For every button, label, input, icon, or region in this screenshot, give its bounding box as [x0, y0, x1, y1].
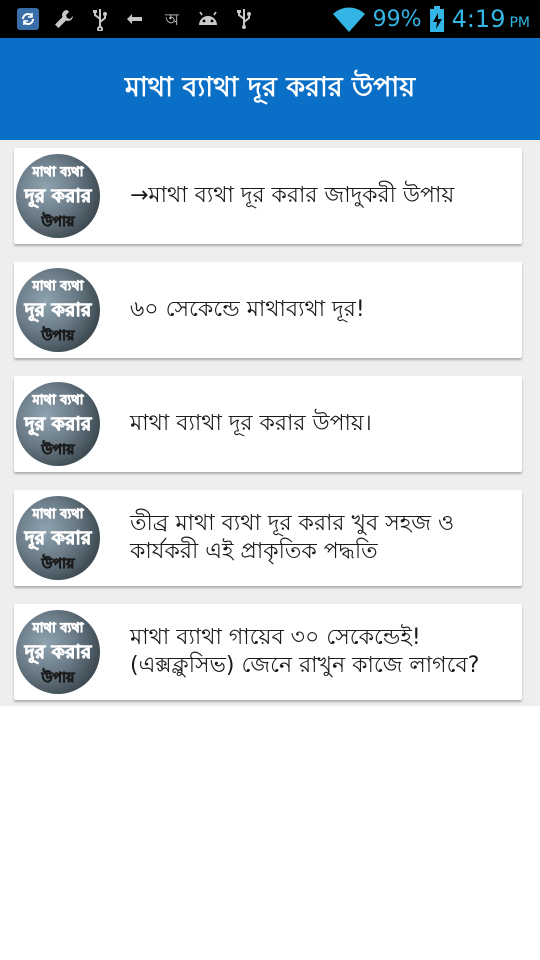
list-item[interactable]: মাথা ব্যথা দূর করার উপায় তীব্র মাথা ব্যথা…	[14, 490, 522, 586]
thumbnail-caption: মাথা ব্যথা	[32, 279, 85, 294]
article-thumbnail: মাথা ব্যথা দূর করার উপায়	[16, 496, 100, 580]
thumbnail-logo-art: মাথা ব্যথা দূর করার উপায়	[23, 621, 93, 687]
thumbnail-logo-art: মাথা ব্যথা দূর করার উপায়	[23, 279, 93, 345]
list-item-title: →মাথা ব্যথা দূর করার জাদুকরী উপায়	[130, 183, 455, 208]
list-item[interactable]: মাথা ব্যথা দূর করার উপায় →মাথা ব্যথা দূর …	[14, 148, 522, 244]
list-item[interactable]: মাথা ব্যথা দূর করার উপায় মাথা ব্যাথা দূর …	[14, 376, 522, 472]
thumbnail-logo-art: মাথা ব্যথা দূর করার উপায়	[23, 165, 93, 231]
thumbnail-caption: মাথা ব্যথা	[32, 621, 85, 636]
thumbnail-caption: উপায়	[41, 326, 75, 344]
thumbnail-caption: দূর করার	[24, 185, 93, 208]
article-thumbnail: মাথা ব্যথা দূর করার উপায়	[16, 610, 100, 694]
thumbnail-caption: মাথা ব্যথা	[32, 507, 85, 522]
app-title: মাথা ব্যাথা দূর করার উপায়	[124, 71, 416, 103]
status-indicators: 99% 4:19 PM	[331, 0, 530, 38]
svg-text:অ: অ	[164, 10, 180, 29]
thumbnail-caption: মাথা ব্যথা	[32, 393, 85, 408]
usb-icon	[86, 5, 114, 33]
clock-time: 4:19	[451, 5, 506, 33]
thumbnail-caption: দূর করার	[24, 641, 93, 664]
wrench-icon	[50, 5, 78, 33]
list-item-title: মাথা ব্যাথা গায়েব ৩০ সেকেন্ডেই!(এক্সক্ল…	[130, 625, 480, 678]
list-item-title: মাথা ব্যাথা দূর করার উপায়।	[130, 411, 372, 436]
empty-area	[0, 706, 540, 960]
android-icon	[194, 5, 222, 33]
thumbnail-caption: উপায়	[41, 212, 75, 230]
thumbnail-caption: উপায়	[41, 668, 75, 686]
thumbnail-logo-art: মাথা ব্যথা দূর করার উপায়	[23, 393, 93, 459]
status-bar: অ 99% 4:19 PM	[0, 0, 540, 38]
usb-icon	[230, 5, 258, 33]
article-thumbnail: মাথা ব্যথা দূর করার উপায়	[16, 382, 100, 466]
thumbnail-caption: দূর করার	[24, 527, 93, 550]
arrow-swap-icon	[122, 5, 150, 33]
thumbnail-caption: উপায়	[41, 440, 75, 458]
thumbnail-caption: দূর করার	[24, 299, 93, 322]
list-item[interactable]: মাথা ব্যথা দূর করার উপায় ৬০ সেকেন্ডে মাথা…	[14, 262, 522, 358]
thumbnail-logo-art: মাথা ব্যথা দূর করার উপায়	[23, 507, 93, 573]
thumbnail-caption: মাথা ব্যথা	[32, 165, 85, 180]
clock-ampm: PM	[509, 15, 530, 31]
recycle-icon	[14, 5, 42, 33]
list-item-title: ৬০ সেকেন্ডে মাথাব্যথা দূর!	[130, 297, 365, 322]
battery-charging-icon	[428, 5, 446, 33]
thumbnail-caption: উপায়	[41, 554, 75, 572]
app-bar: মাথা ব্যাথা দূর করার উপায়	[0, 38, 540, 140]
thumbnail-caption: দূর করার	[24, 413, 93, 436]
bangla-keyboard-icon: অ	[158, 5, 186, 33]
article-thumbnail: মাথা ব্যথা দূর করার উপায়	[16, 268, 100, 352]
battery-percent: 99%	[372, 6, 422, 32]
list-item[interactable]: মাথা ব্যথা দূর করার উপায় মাথা ব্যাথা গায়…	[14, 604, 522, 700]
list-item-title: তীব্র মাথা ব্যথা দূর করার খুব সহজ ও কার্…	[130, 511, 455, 564]
article-thumbnail: মাথা ব্যথা দূর করার উপায়	[16, 154, 100, 238]
clock: 4:19 PM	[452, 5, 530, 33]
article-list: মাথা ব্যথা দূর করার উপায় →মাথা ব্যথা দূর …	[0, 140, 540, 706]
wifi-icon	[331, 4, 367, 34]
notification-icons: অ	[14, 5, 258, 33]
